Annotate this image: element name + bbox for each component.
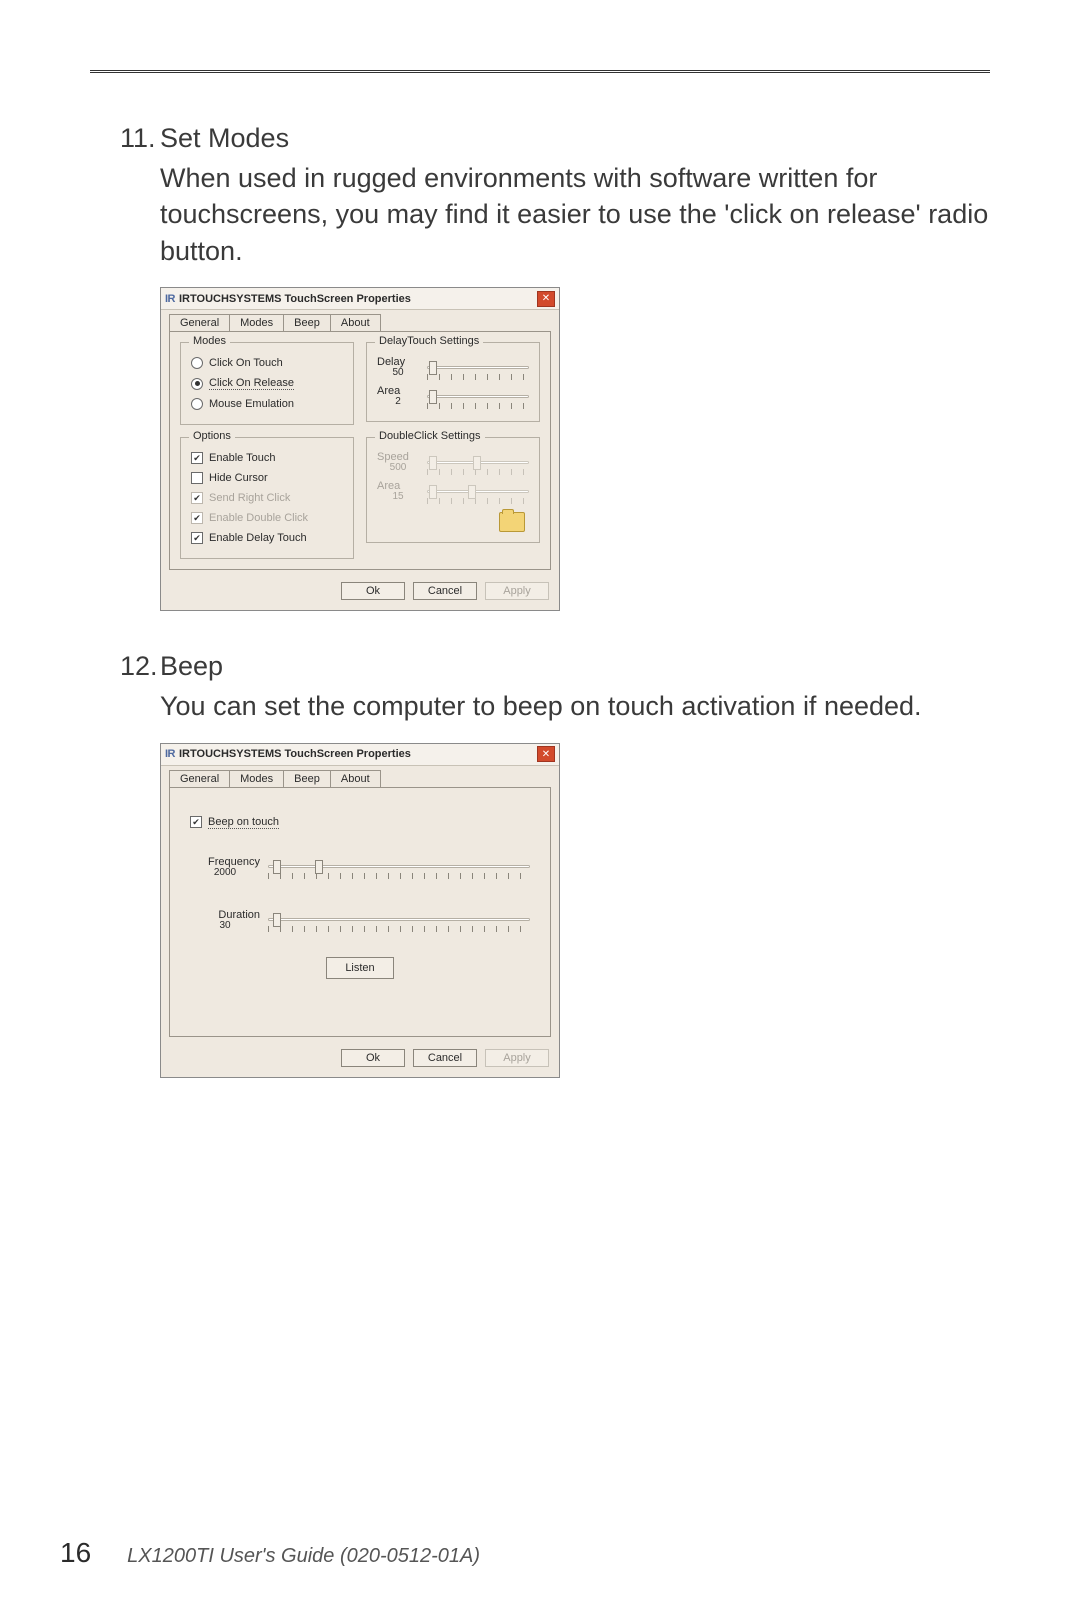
tab-general[interactable]: General xyxy=(169,770,230,787)
group-modes: Modes Click On Touch Click On Release xyxy=(180,342,354,425)
ok-button[interactable]: Ok xyxy=(341,582,405,600)
dialog-buttons: Ok Cancel Apply xyxy=(161,576,559,610)
group-modes-legend: Modes xyxy=(189,335,230,347)
group-delay-touch: DelayTouch Settings Delay 50 xyxy=(366,342,540,422)
tab-panel-modes: Modes Click On Touch Click On Release xyxy=(169,331,551,570)
section-11: 11.Set Modes When used in rugged environ… xyxy=(120,123,990,611)
cancel-button[interactable]: Cancel xyxy=(413,1049,477,1067)
group-options: Options ✔ Enable Touch Hide Cursor xyxy=(180,437,354,559)
ok-button[interactable]: Ok xyxy=(341,1049,405,1067)
radio-mouse-emulation[interactable]: Mouse Emulation xyxy=(191,394,343,414)
tab-about[interactable]: About xyxy=(330,314,381,331)
slider-duration[interactable]: Duration 30 xyxy=(190,906,530,935)
folder-icon[interactable] xyxy=(499,512,525,532)
window-title-2: IRTOUCHSYSTEMS TouchScreen Properties xyxy=(179,748,411,760)
apply-button: Apply xyxy=(485,582,549,600)
close-icon[interactable]: ✕ xyxy=(537,746,555,762)
check-enable-touch[interactable]: ✔ Enable Touch xyxy=(191,448,343,468)
slider-dbl-speed: Speed 500 xyxy=(377,448,529,477)
slider-delay[interactable]: Delay 50 xyxy=(377,353,529,382)
section12-heading: 12.Beep xyxy=(120,651,990,682)
section12-number: 12. xyxy=(120,651,160,682)
page-rule xyxy=(90,70,990,73)
check-enable-delay-touch[interactable]: ✔ Enable Delay Touch xyxy=(191,528,343,548)
section11-heading: 11.Set Modes xyxy=(120,123,990,154)
radio-click-on-release[interactable]: Click On Release xyxy=(191,373,343,394)
titlebar: IR IRTOUCHSYSTEMS TouchScreen Properties… xyxy=(161,288,559,310)
tab-panel-beep: ✔ Beep on touch Frequency 2000 xyxy=(169,787,551,1037)
slider-delay-area[interactable]: Area 2 xyxy=(377,382,529,411)
tab-beep[interactable]: Beep xyxy=(283,314,331,331)
titlebar-2: IR IRTOUCHSYSTEMS TouchScreen Properties… xyxy=(161,744,559,766)
tab-modes[interactable]: Modes xyxy=(229,770,284,787)
check-hide-cursor[interactable]: Hide Cursor xyxy=(191,468,343,488)
group-delay-legend: DelayTouch Settings xyxy=(375,335,483,347)
check-beep-on-touch[interactable]: ✔ Beep on touch xyxy=(190,812,530,833)
dialog-beep: IR IRTOUCHSYSTEMS TouchScreen Properties… xyxy=(160,743,560,1078)
cancel-button[interactable]: Cancel xyxy=(413,582,477,600)
window-title: IRTOUCHSYSTEMS TouchScreen Properties xyxy=(179,293,411,305)
radio-click-on-touch[interactable]: Click On Touch xyxy=(191,353,343,373)
app-logo: IR xyxy=(165,293,175,305)
tab-general[interactable]: General xyxy=(169,314,230,331)
tab-modes[interactable]: Modes xyxy=(229,314,284,331)
section-12: 12.Beep You can set the computer to beep… xyxy=(120,651,990,1077)
app-logo: IR xyxy=(165,748,175,760)
section11-number: 11. xyxy=(120,123,160,154)
section11-body: When used in rugged environments with so… xyxy=(160,160,990,269)
group-dbl-legend: DoubleClick Settings xyxy=(375,430,485,442)
tab-about[interactable]: About xyxy=(330,770,381,787)
section12-title: Beep xyxy=(160,651,223,681)
footer-text: LX1200TI User's Guide (020-0512-01A) xyxy=(127,1545,480,1568)
tabbar-2: General Modes Beep About xyxy=(161,766,559,787)
page-footer: 16 LX1200TI User's Guide (020-0512-01A) xyxy=(60,1537,480,1569)
tabbar: General Modes Beep About xyxy=(161,310,559,331)
dialog-buttons-2: Ok Cancel Apply xyxy=(161,1043,559,1077)
dialog-modes: IR IRTOUCHSYSTEMS TouchScreen Properties… xyxy=(160,287,560,611)
page-number: 16 xyxy=(60,1537,91,1569)
group-double-click: DoubleClick Settings Speed 500 xyxy=(366,437,540,543)
section12-body: You can set the computer to beep on touc… xyxy=(160,688,990,724)
close-icon[interactable]: ✕ xyxy=(537,291,555,307)
apply-button: Apply xyxy=(485,1049,549,1067)
check-send-right-click: ✔ Send Right Click xyxy=(191,488,343,508)
check-enable-double-click: ✔ Enable Double Click xyxy=(191,508,343,528)
slider-frequency[interactable]: Frequency 2000 xyxy=(190,853,530,882)
listen-button[interactable]: Listen xyxy=(326,957,393,979)
group-options-legend: Options xyxy=(189,430,235,442)
section11-title: Set Modes xyxy=(160,123,289,153)
tab-beep[interactable]: Beep xyxy=(283,770,331,787)
slider-dbl-area: Area 15 xyxy=(377,477,529,506)
